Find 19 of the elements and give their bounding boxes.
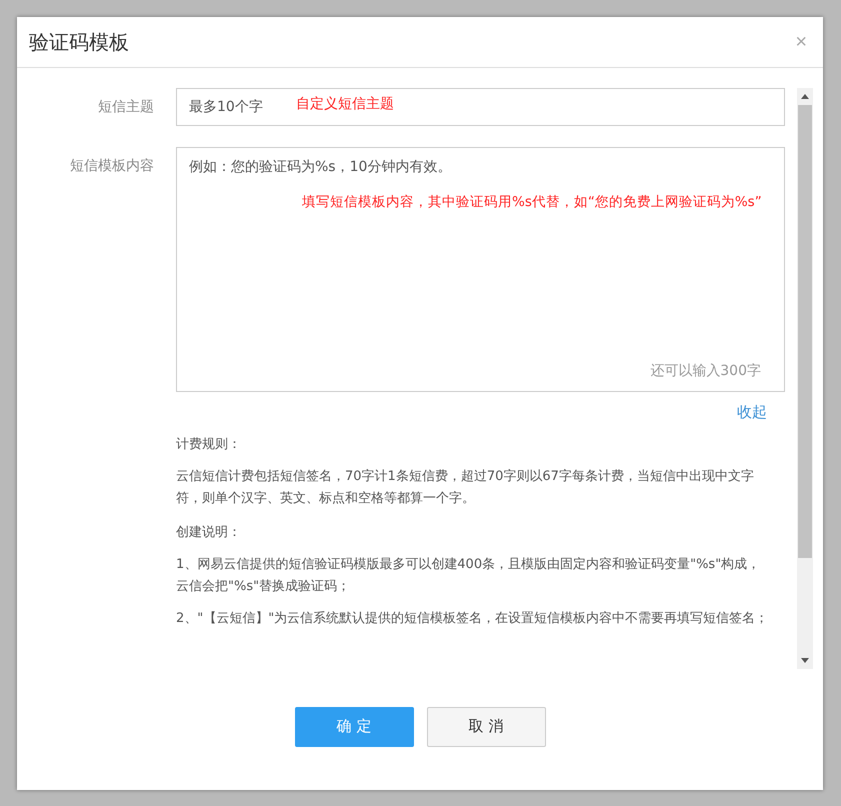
scrollbar[interactable] — [797, 88, 813, 669]
note-paragraph: 2、"【云短信】"为云信系统默认提供的短信模板签名，在设置短信模板内容中不需要再填写短信签名； — [176, 610, 770, 628]
scrollbar-thumb[interactable] — [798, 105, 812, 558]
scroll-down-icon[interactable] — [801, 658, 809, 663]
collapse-link[interactable]: 收起 — [737, 403, 767, 422]
close-button[interactable]: × — [793, 30, 809, 54]
scroll-up-icon[interactable] — [801, 94, 809, 99]
note-paragraph: 云信短信计费包括短信签名，70字计1条短信费，超过70字则以67字每条计费，当短信中出现中文字符，则单个汉字、英文、标点和空格等都算一个字。 — [176, 468, 755, 508]
annotation-text: 自定义短信主题 — [296, 95, 394, 113]
section-heading: 创建说明： — [176, 524, 242, 542]
dialog-title: 验证码模板 — [29, 28, 129, 56]
field-label: 短信模板内容 — [69, 157, 154, 176]
confirm-button[interactable]: 确 定 — [294, 706, 414, 746]
field-label: 短信主题 — [97, 98, 154, 117]
annotation-text: 填写短信模板内容，其中验证码用%s代替，如“您的免费上网验证码为%s” — [302, 193, 762, 211]
char-counter: 还可以输入300字 — [650, 362, 761, 380]
cancel-button[interactable]: 取 消 — [426, 706, 546, 746]
section-heading: 计费规则： — [176, 436, 242, 454]
note-paragraph: 1、网易云信提供的短信验证码模版最多可以创建400条，且模版由固定内容和验证码变量"%s"构成，云信会把"%s"替换成验证码； — [176, 556, 762, 596]
